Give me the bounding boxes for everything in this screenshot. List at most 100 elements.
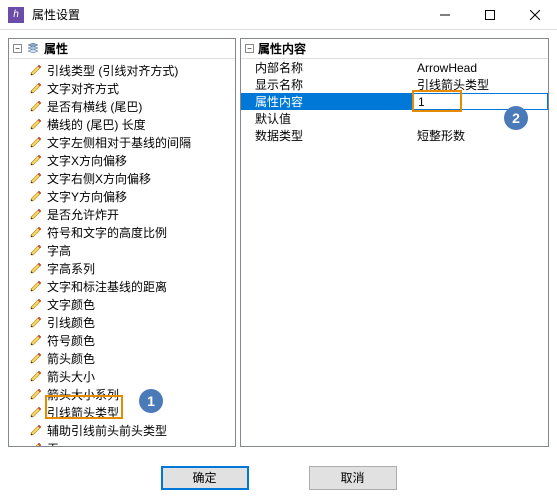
- app-icon: h: [8, 7, 24, 23]
- property-content-panel: − 属性内容 内部名称ArrowHead显示名称引线箭头类型属性内容1默认值数据…: [240, 38, 549, 447]
- tree-item[interactable]: 辅助引线前头前头类型: [29, 421, 235, 439]
- tree-item[interactable]: 文字X方向偏移: [29, 151, 235, 169]
- tree-item-label: 文字对齐方式: [47, 80, 119, 97]
- tree-item[interactable]: 引线颜色: [29, 313, 235, 331]
- pencil-icon: [29, 81, 43, 95]
- tree-item-label: 文字X方向偏移: [47, 152, 127, 169]
- tree-item-label: 无: [47, 440, 59, 447]
- pencil-icon: [29, 297, 43, 311]
- tree-item[interactable]: 引线类型 (引线对齐方式): [29, 61, 235, 79]
- pencil-icon: [29, 171, 43, 185]
- tree-item[interactable]: 文字左侧相对于基线的间隔: [29, 133, 235, 151]
- pencil-icon: [29, 279, 43, 293]
- property-row[interactable]: 属性内容1: [241, 93, 548, 110]
- tree-item-label: 文字和标注基线的距离: [47, 278, 167, 295]
- property-name: 内部名称: [241, 59, 413, 76]
- pencil-icon: [29, 315, 43, 329]
- property-content-list: 内部名称ArrowHead显示名称引线箭头类型属性内容1默认值数据类型短整形数: [241, 59, 548, 446]
- tree-item-label: 引线类型 (引线对齐方式): [47, 62, 178, 79]
- tree-item-label: 符号颜色: [47, 332, 95, 349]
- pencil-icon: [29, 333, 43, 347]
- tree-item[interactable]: 是否有横线 (尾巴): [29, 97, 235, 115]
- tree-item-label: 引线箭头类型: [47, 404, 119, 421]
- cancel-button[interactable]: 取消: [309, 466, 397, 490]
- property-value: 引线箭头类型: [413, 76, 548, 93]
- tree-item-label: 文字Y方向偏移: [47, 188, 127, 205]
- tree-item[interactable]: 文字颜色: [29, 295, 235, 313]
- property-name: 数据类型: [241, 127, 413, 144]
- tree-item[interactable]: 文字和标注基线的距离: [29, 277, 235, 295]
- pencil-icon: [29, 189, 43, 203]
- tree-item-label: 字高系列: [47, 260, 95, 277]
- tree-item[interactable]: 横线的 (尾巴) 长度: [29, 115, 235, 133]
- property-name: 默认值: [241, 110, 413, 127]
- tree-item[interactable]: 引线箭头类型: [29, 403, 235, 421]
- maximize-button[interactable]: [467, 0, 512, 29]
- tree-item[interactable]: 箭头大小系列: [29, 385, 235, 403]
- pencil-icon: [29, 351, 43, 365]
- tree-item[interactable]: 文字对齐方式: [29, 79, 235, 97]
- property-name: 显示名称: [241, 76, 413, 93]
- tree-item[interactable]: 是否允许炸开: [29, 205, 235, 223]
- window-title: 属性设置: [32, 6, 422, 23]
- pencil-icon: [29, 153, 43, 167]
- pencil-icon: [29, 117, 43, 131]
- pencil-icon: [29, 405, 43, 419]
- collapse-icon[interactable]: −: [13, 44, 22, 53]
- tree-item-label: 字高: [47, 242, 71, 259]
- properties-tree-scroll[interactable]: 引线类型 (引线对齐方式)文字对齐方式是否有横线 (尾巴)横线的 (尾巴) 长度…: [9, 59, 235, 446]
- tree-item[interactable]: 字高系列: [29, 259, 235, 277]
- tree-item-label: 是否允许炸开: [47, 206, 119, 223]
- properties-panel: − 属性 引线类型 (引线对齐方式)文字对齐方式是否有横线 (尾巴)横线的 (尾…: [8, 38, 236, 447]
- tree-item-label: 箭头大小: [47, 368, 95, 385]
- pencil-icon: [29, 423, 43, 437]
- tree-item-label: 横线的 (尾巴) 长度: [47, 116, 146, 133]
- close-button[interactable]: [512, 0, 557, 29]
- tree-item-label: 辅助引线前头前头类型: [47, 422, 167, 439]
- tree-item-label: 箭头颜色: [47, 350, 95, 367]
- minimize-icon: [440, 10, 450, 20]
- tree-item[interactable]: 箭头大小: [29, 367, 235, 385]
- tree-item-label: 文字颜色: [47, 296, 95, 313]
- property-content-title: 属性内容: [258, 40, 306, 57]
- close-icon: [530, 10, 540, 20]
- pencil-icon: [29, 63, 43, 77]
- tree-item-label: 符号和文字的高度比例: [47, 224, 167, 241]
- tree-item-label: 是否有横线 (尾巴): [47, 98, 142, 115]
- property-row[interactable]: 内部名称ArrowHead: [241, 59, 548, 76]
- property-row[interactable]: 默认值: [241, 110, 548, 127]
- property-content-header: − 属性内容: [241, 39, 548, 59]
- minimize-button[interactable]: [422, 0, 467, 29]
- tree-item-label: 箭头大小系列: [47, 386, 119, 403]
- titlebar: h 属性设置: [0, 0, 557, 30]
- tree-item[interactable]: 符号和文字的高度比例: [29, 223, 235, 241]
- tree-item[interactable]: 箭头颜色: [29, 349, 235, 367]
- tree-item-label: 文字右侧X方向偏移: [47, 170, 151, 187]
- button-bar: 确定 取消: [0, 455, 557, 500]
- pencil-icon: [29, 225, 43, 239]
- content-area: − 属性 引线类型 (引线对齐方式)文字对齐方式是否有横线 (尾巴)横线的 (尾…: [0, 30, 557, 455]
- tree-item[interactable]: 字高: [29, 241, 235, 259]
- tree-item[interactable]: 文字右侧X方向偏移: [29, 169, 235, 187]
- tree-item[interactable]: 无: [29, 439, 235, 446]
- tree-item-label: 引线颜色: [47, 314, 95, 331]
- property-value: ArrowHead: [413, 61, 548, 75]
- pencil-icon: [29, 441, 43, 446]
- pencil-icon: [29, 387, 43, 401]
- property-name: 属性内容: [241, 93, 413, 110]
- collapse-icon[interactable]: −: [245, 44, 254, 53]
- pencil-icon: [29, 207, 43, 221]
- properties-panel-header: − 属性: [9, 39, 235, 59]
- maximize-icon: [485, 10, 495, 20]
- pencil-icon: [29, 243, 43, 257]
- pencil-icon: [29, 135, 43, 149]
- ok-button[interactable]: 确定: [161, 466, 249, 490]
- property-value[interactable]: 1: [413, 93, 548, 110]
- tree-item[interactable]: 符号颜色: [29, 331, 235, 349]
- stack-icon: [26, 42, 40, 56]
- property-row[interactable]: 数据类型短整形数: [241, 127, 548, 144]
- tree-item[interactable]: 文字Y方向偏移: [29, 187, 235, 205]
- pencil-icon: [29, 99, 43, 113]
- pencil-icon: [29, 261, 43, 275]
- property-row[interactable]: 显示名称引线箭头类型: [241, 76, 548, 93]
